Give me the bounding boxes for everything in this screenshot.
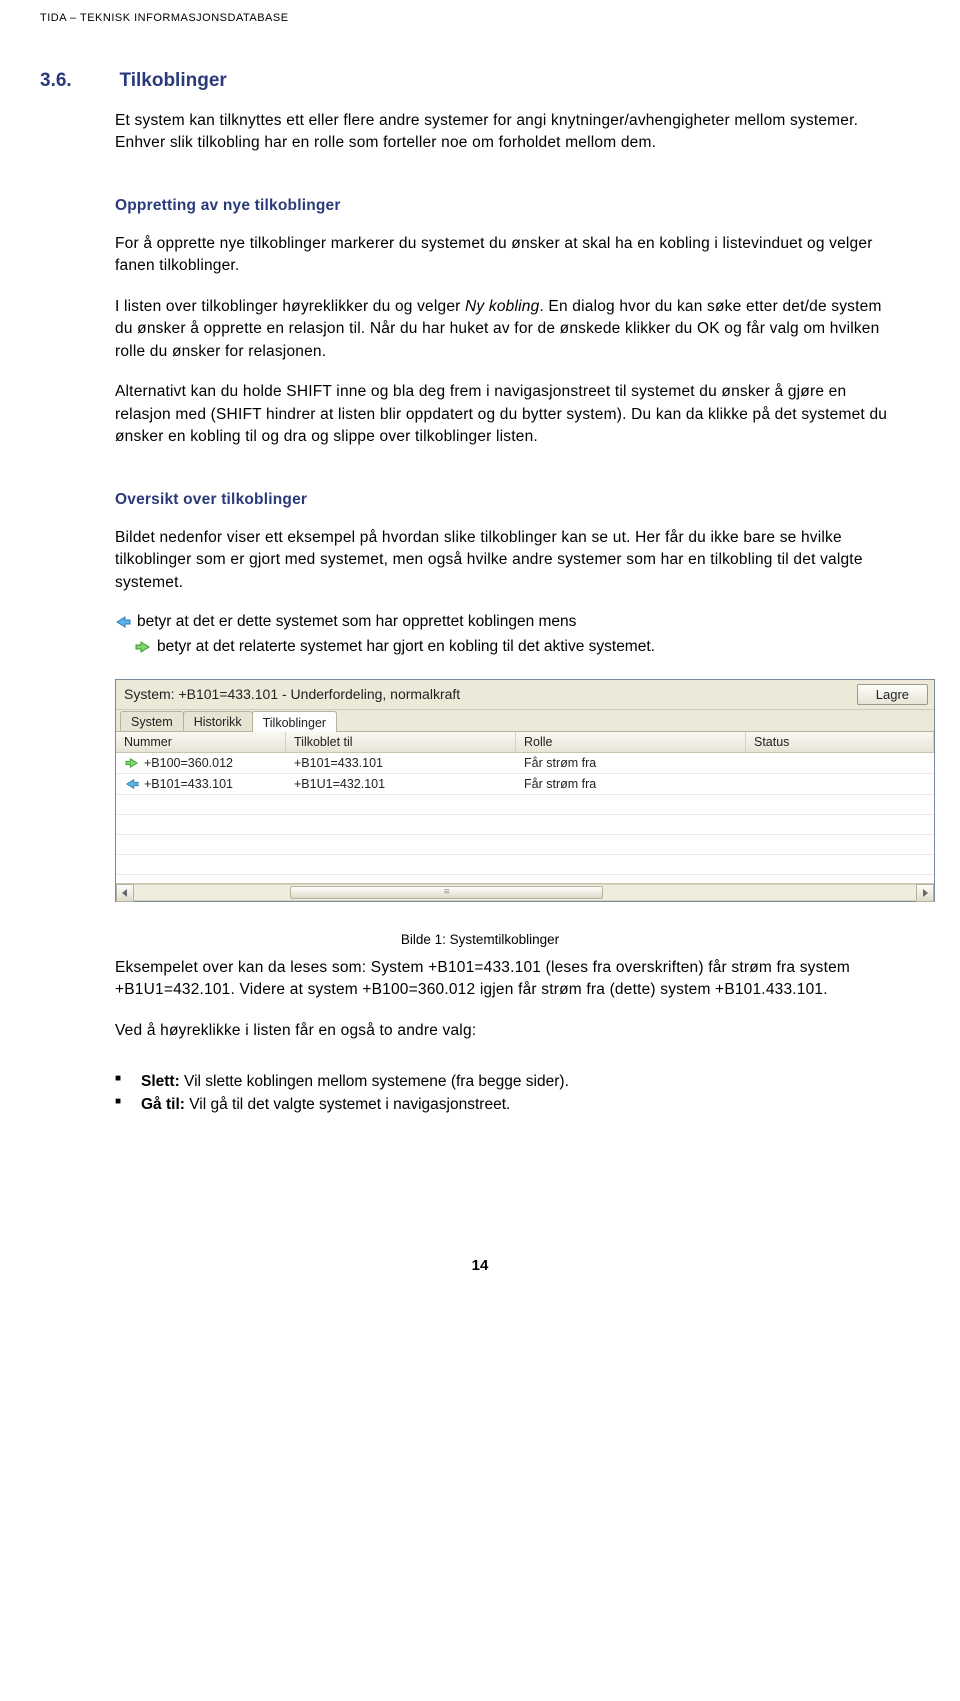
column-header-rolle[interactable]: Rolle xyxy=(516,732,746,752)
cell-nummer: +B101=433.101 xyxy=(144,777,233,791)
cell-tilkoblet: +B101=433.101 xyxy=(286,754,516,772)
table-row[interactable] xyxy=(116,835,934,855)
table: Nummer Tilkoblet til Rolle Status +B100=… xyxy=(116,731,934,901)
horizontal-scrollbar[interactable] xyxy=(116,883,934,901)
legend-line-incoming: betyr at det relaterte systemet har gjor… xyxy=(135,635,900,658)
section-number: 3.6. xyxy=(40,70,115,92)
bullet-label: Gå til: xyxy=(141,1096,185,1113)
text: I listen over tilkoblinger høyreklikker … xyxy=(115,298,465,315)
list-item: Slett: Vil slette koblingen mellom syste… xyxy=(115,1070,900,1093)
table-row[interactable] xyxy=(116,855,934,875)
table-row[interactable]: +B100=360.012 +B101=433.101 Får strøm fr… xyxy=(116,753,934,774)
table-row[interactable] xyxy=(116,815,934,835)
cell-status xyxy=(746,782,934,786)
paragraph: I listen over tilkoblinger høyreklikker … xyxy=(115,296,900,363)
paragraph: Ved å høyreklikke i listen får en også t… xyxy=(115,1020,900,1042)
save-button[interactable]: Lagre xyxy=(857,684,928,705)
tab-system[interactable]: System xyxy=(120,711,184,731)
tabs-row: System Historikk Tilkoblinger xyxy=(116,710,934,731)
column-header-tilkoblet[interactable]: Tilkoblet til xyxy=(286,732,516,752)
arrow-right-icon xyxy=(124,755,140,771)
column-header-status[interactable]: Status xyxy=(746,732,934,752)
window-title: System: +B101=433.101 - Underfordeling, … xyxy=(124,686,460,702)
column-header-nummer[interactable]: Nummer xyxy=(116,732,286,752)
app-titlebar: System: +B101=433.101 - Underfordeling, … xyxy=(116,680,934,710)
cell-tilkoblet: +B1U1=432.101 xyxy=(286,775,516,793)
scroll-left-button[interactable] xyxy=(116,884,134,902)
bullet-text: Vil slette koblingen mellom systemene (f… xyxy=(180,1073,569,1090)
page-header: TIDA – TEKNISK INFORMASJONSDATABASE xyxy=(40,0,920,30)
tab-historikk[interactable]: Historikk xyxy=(183,711,253,731)
cell-rolle: Får strøm fra xyxy=(516,754,746,772)
bullet-list: Slett: Vil slette koblingen mellom syste… xyxy=(115,1070,900,1117)
page-number: 14 xyxy=(40,1257,920,1274)
subheading: Oversikt over tilkoblinger xyxy=(115,491,900,509)
cell-nummer: +B100=360.012 xyxy=(144,756,233,770)
paragraph: Eksempelet over kan da leses som: System… xyxy=(115,957,900,1002)
arrow-left-icon xyxy=(115,614,131,630)
cell-status xyxy=(746,761,934,765)
arrow-right-icon xyxy=(135,639,151,655)
paragraph: For å opprette nye tilkoblinger markerer… xyxy=(115,233,900,278)
bullet-label: Slett: xyxy=(141,1073,180,1090)
table-row[interactable] xyxy=(116,795,934,815)
scroll-right-button[interactable] xyxy=(916,884,934,902)
paragraph: Alternativt kan du holde SHIFT inne og b… xyxy=(115,381,900,448)
italic-text: Ny kobling xyxy=(465,298,539,315)
figure-caption: Bilde 1: Systemtilkoblinger xyxy=(40,932,920,947)
scroll-thumb[interactable] xyxy=(290,886,603,899)
legend-text: betyr at det er dette systemet som har o… xyxy=(137,610,576,633)
table-row[interactable]: +B101=433.101 +B1U1=432.101 Får strøm fr… xyxy=(116,774,934,795)
table-body[interactable]: +B100=360.012 +B101=433.101 Får strøm fr… xyxy=(116,753,934,883)
legend-line-outgoing: betyr at det er dette systemet som har o… xyxy=(115,610,900,633)
paragraph: Bildet nedenfor viser ett eksempel på hv… xyxy=(115,527,900,594)
tab-tilkoblinger[interactable]: Tilkoblinger xyxy=(252,711,337,732)
app-window: System: +B101=433.101 - Underfordeling, … xyxy=(115,679,935,902)
list-item: Gå til: Vil gå til det valgte systemet i… xyxy=(115,1093,900,1116)
table-header-row: Nummer Tilkoblet til Rolle Status xyxy=(116,732,934,753)
scroll-track[interactable] xyxy=(134,884,916,901)
section-heading: 3.6. Tilkoblinger xyxy=(40,70,920,92)
cell-rolle: Får strøm fra xyxy=(516,775,746,793)
legend-text: betyr at det relaterte systemet har gjor… xyxy=(157,635,655,658)
bullet-text: Vil gå til det valgte systemet i navigas… xyxy=(185,1096,510,1113)
paragraph: Et system kan tilknyttes ett eller flere… xyxy=(115,110,900,155)
arrow-left-icon xyxy=(124,776,140,792)
section-title: Tilkoblinger xyxy=(119,70,226,92)
subheading: Oppretting av nye tilkoblinger xyxy=(115,197,900,215)
